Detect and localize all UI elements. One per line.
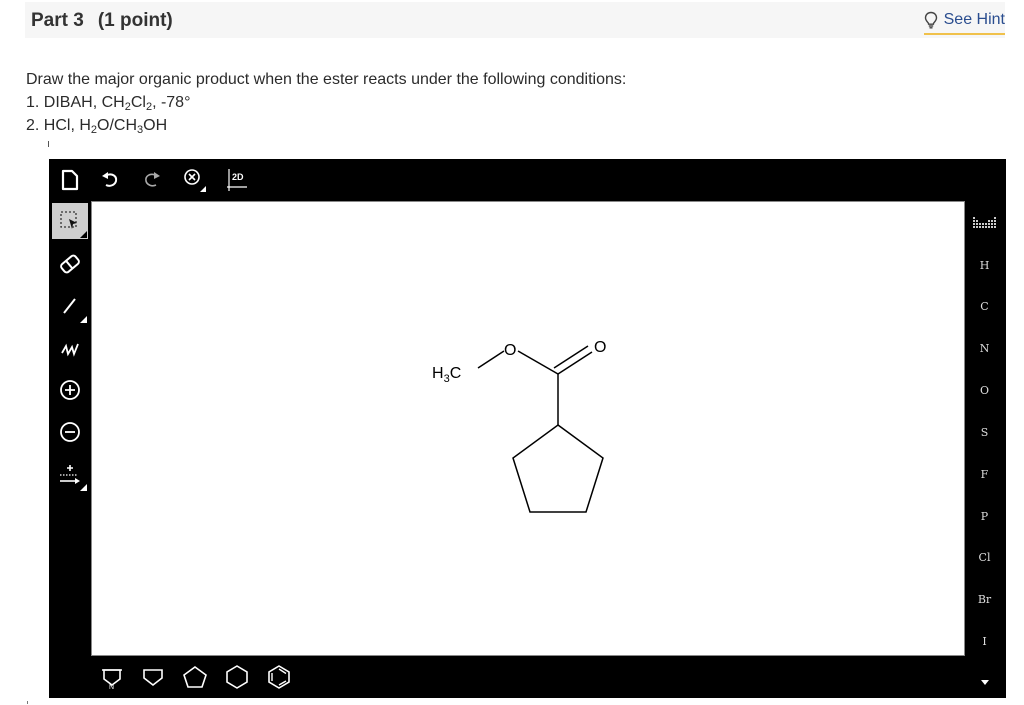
- cyclopentane-button[interactable]: [180, 662, 210, 692]
- step2-number: 2.: [26, 117, 44, 134]
- part-title: Part 3 (1 point): [31, 10, 173, 32]
- hint-label: See Hint: [943, 11, 1005, 28]
- element-s-button[interactable]: S: [963, 417, 1006, 447]
- editor-bottom-toolbar: N: [91, 656, 963, 698]
- select-icon: [59, 210, 81, 232]
- negative-charge-tool[interactable]: [52, 414, 88, 450]
- mode-2d-label: 2D: [232, 172, 244, 182]
- element-cl-button[interactable]: Cl: [963, 542, 1006, 572]
- bond-tool[interactable]: [52, 288, 88, 324]
- positive-charge-tool[interactable]: [52, 372, 88, 408]
- editor-top-toolbar: 2D: [49, 159, 1006, 201]
- redo-icon: [141, 169, 163, 191]
- atom-ester-oxygen: O: [504, 342, 516, 359]
- step1-reagent-b: Cl: [130, 94, 146, 111]
- chevron-down-icon: [980, 678, 990, 686]
- benzene-button[interactable]: [264, 662, 294, 692]
- ring-template-icon: N: [100, 665, 124, 689]
- cyclopentane-icon: [182, 665, 208, 689]
- molecule-editor: 2D H3C O O H C N O S F P Cl Br I N: [49, 159, 1006, 698]
- clear-icon: [181, 167, 207, 193]
- eraser-icon: [58, 252, 82, 276]
- cyclohexane-icon: [225, 664, 249, 690]
- element-br-button[interactable]: Br: [963, 584, 1006, 614]
- part-number: Part 3: [31, 10, 84, 31]
- element-h-button[interactable]: H: [963, 250, 1006, 280]
- step1-number: 1.: [26, 94, 44, 111]
- atom-methyl-c: C: [450, 365, 462, 382]
- part-header: Part 3 (1 point) See Hint: [25, 2, 1005, 38]
- cyclopropane-button[interactable]: [138, 662, 168, 692]
- page-mark: [27, 701, 28, 704]
- condition-step-1: 1. DIBAH, CH2Cl2, -78°: [26, 91, 626, 114]
- lightbulb-icon: [924, 11, 938, 29]
- element-toolbar: H C N O S F P Cl Br I: [963, 201, 1006, 698]
- editor-left-toolbar: [49, 201, 91, 656]
- condition-step-2: 2. HCl, H2O/CH3OH: [26, 114, 626, 137]
- negative-charge-icon: [58, 420, 82, 444]
- molecule-structure: H3C O O: [432, 339, 606, 513]
- select-tool-corner: [80, 231, 87, 238]
- periodic-table-icon: [972, 215, 998, 229]
- atom-methyl: H3C: [432, 365, 461, 385]
- step1-reagent-c: , -78°: [152, 94, 191, 111]
- atom-methyl-h: H: [432, 365, 444, 382]
- element-n-button[interactable]: N: [963, 333, 1006, 363]
- drawing-canvas[interactable]: H3C O O: [91, 201, 965, 656]
- element-c-button[interactable]: C: [963, 291, 1006, 321]
- redo-button[interactable]: [139, 167, 165, 193]
- step2-reagent-b: O/CH: [97, 117, 138, 134]
- step2-reagent-a: HCl, H: [43, 117, 91, 134]
- undo-icon: [99, 169, 121, 191]
- bond-icon: [59, 295, 81, 317]
- element-p-button[interactable]: P: [963, 501, 1006, 531]
- atom-carbonyl-oxygen: O: [594, 339, 606, 356]
- question-text: Draw the major organic product when the …: [26, 68, 626, 137]
- new-document-button[interactable]: [57, 167, 83, 193]
- new-document-icon: [60, 169, 80, 191]
- clear-button[interactable]: [181, 167, 207, 193]
- step2-reagent-c: OH: [143, 117, 168, 134]
- step1-reagent-a: DIBAH, CH: [43, 94, 125, 111]
- reaction-arrow-tool[interactable]: [52, 456, 88, 492]
- cyclohexane-button[interactable]: [222, 662, 252, 692]
- question-prompt: Draw the major organic product when the …: [26, 71, 627, 88]
- benzene-icon: [266, 664, 292, 690]
- periodic-table-button[interactable]: [963, 207, 1006, 237]
- reaction-arrow-tool-corner: [80, 484, 87, 491]
- more-elements-button[interactable]: [963, 667, 1006, 697]
- undo-button[interactable]: [97, 167, 123, 193]
- positive-charge-icon: [58, 378, 82, 402]
- chain-tool[interactable]: [52, 330, 88, 366]
- ring-template-button[interactable]: N: [97, 662, 127, 692]
- cyclopropane-icon: [141, 665, 165, 689]
- eraser-tool[interactable]: [52, 246, 88, 282]
- element-f-button[interactable]: F: [963, 459, 1006, 489]
- part-points: (1 point): [97, 10, 173, 31]
- see-hint-link[interactable]: See Hint: [923, 8, 1005, 35]
- bond-oxygen-carbonyl: [517, 350, 559, 375]
- bond-tool-corner: [80, 316, 87, 323]
- bond-methyl-oxygen: [477, 350, 505, 369]
- text-cursor-mark: [48, 141, 49, 147]
- mode-2d-icon: 2D: [227, 169, 247, 191]
- svg-text:N: N: [109, 684, 114, 689]
- select-tool[interactable]: [52, 203, 88, 239]
- reaction-arrow-icon: [58, 462, 82, 486]
- chain-icon: [59, 337, 81, 359]
- element-i-button[interactable]: I: [963, 626, 1006, 656]
- cyclopentane-ring: [512, 424, 604, 513]
- mode-2d-button[interactable]: 2D: [225, 167, 251, 193]
- element-o-button[interactable]: O: [963, 375, 1006, 405]
